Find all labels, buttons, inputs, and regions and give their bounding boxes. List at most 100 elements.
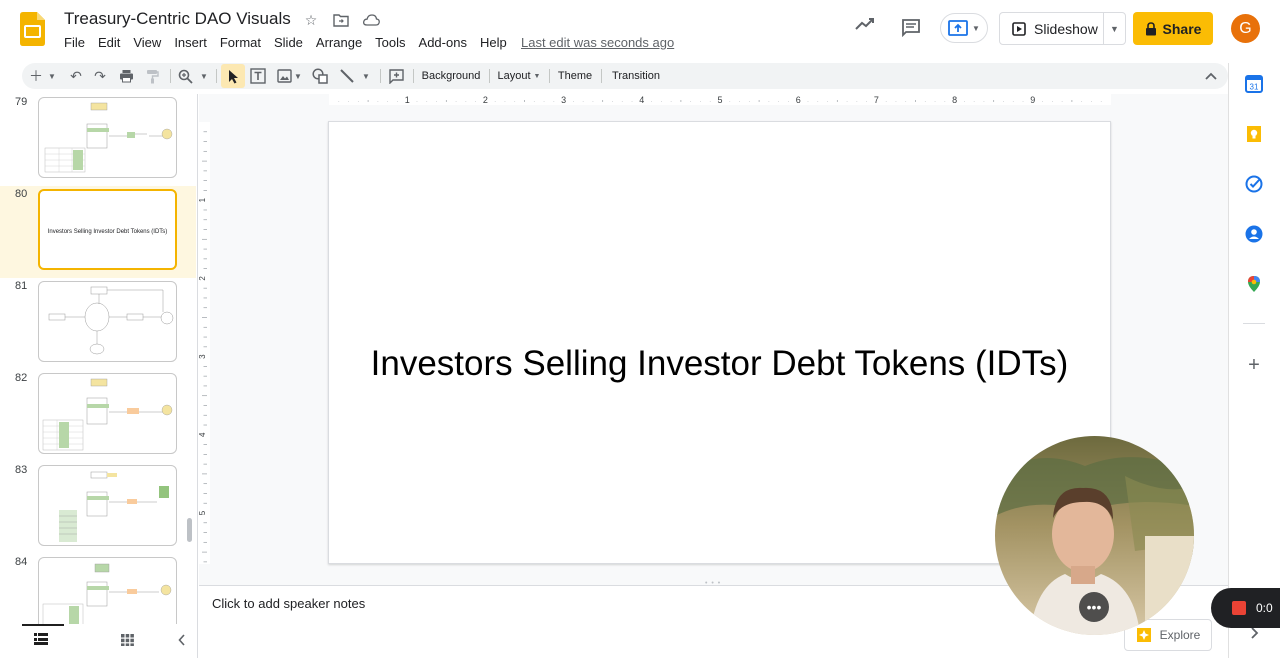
- diagram-thumbnail-graphic: [59, 471, 169, 542]
- text-box-icon[interactable]: [248, 63, 268, 89]
- menu-bar: File Edit View Insert Format Slide Arran…: [64, 35, 507, 50]
- menu-slide[interactable]: Slide: [274, 35, 303, 50]
- undo-icon[interactable]: ↶: [66, 63, 86, 89]
- print-icon[interactable]: [116, 63, 136, 89]
- menu-tools[interactable]: Tools: [375, 35, 405, 50]
- ruler-label: 7: [874, 95, 879, 105]
- filmstrip-scrollbar[interactable]: [187, 518, 192, 542]
- main-toolbar: ＋ ▼ ↶ ↷ ▼ ▼ ▼ Background Layout ▼ Theme …: [22, 63, 1228, 89]
- zoom-icon[interactable]: [174, 63, 196, 89]
- menu-view[interactable]: View: [133, 35, 161, 50]
- account-avatar[interactable]: G: [1231, 14, 1260, 43]
- slide-thumbnail[interactable]: [38, 281, 177, 362]
- slide-number: 81: [15, 280, 28, 292]
- activity-trend-icon[interactable]: [855, 17, 875, 31]
- side-panel: 31 +: [1228, 63, 1280, 658]
- filmstrip-item[interactable]: 82: [0, 370, 196, 462]
- line-caret-icon[interactable]: ▼: [360, 63, 372, 89]
- new-slide-layout-caret-icon[interactable]: ▼: [46, 63, 58, 89]
- image-caret-icon[interactable]: ▼: [292, 63, 304, 89]
- menu-file[interactable]: File: [64, 35, 85, 50]
- thumbnail-title: Investors Selling Investor Debt Tokens (…: [47, 229, 168, 235]
- ruler-label: 1: [405, 95, 410, 105]
- last-edit-link[interactable]: Last edit was seconds ago: [521, 35, 674, 50]
- filmstrip-item[interactable]: 83: [0, 462, 196, 554]
- menu-addons[interactable]: Add-ons: [419, 35, 467, 50]
- get-addons-plus-icon[interactable]: +: [1245, 355, 1263, 375]
- maps-icon[interactable]: [1245, 275, 1263, 293]
- play-icon: [1012, 22, 1026, 36]
- menu-edit[interactable]: Edit: [98, 35, 120, 50]
- ruler-label: 5: [717, 95, 722, 105]
- slide-thumbnail-selected[interactable]: Investors Selling Investor Debt Tokens (…: [38, 189, 177, 270]
- ruler-label: 6: [796, 95, 801, 105]
- star-icon[interactable]: ☆: [302, 11, 320, 29]
- contacts-icon[interactable]: [1245, 225, 1263, 243]
- collapse-filmstrip-chevron-left-icon[interactable]: [178, 634, 186, 646]
- ruler-label: 4: [639, 95, 644, 105]
- document-title[interactable]: Treasury-Centric DAO Visuals: [64, 9, 291, 29]
- line-icon[interactable]: [337, 63, 357, 89]
- filmstrip-item[interactable]: 79: [0, 94, 196, 186]
- slide-number: 82: [15, 372, 28, 384]
- horizontal-ruler: 1 2 3 4 5 6 7 8 9: [329, 94, 1111, 105]
- transition-button[interactable]: Transition: [608, 63, 664, 89]
- menu-insert[interactable]: Insert: [174, 35, 207, 50]
- share-button[interactable]: Share: [1133, 12, 1213, 45]
- stop-recording-icon[interactable]: [1232, 601, 1246, 615]
- slides-app: Treasury-Centric DAO Visuals ☆ File Edit…: [0, 0, 1280, 658]
- redo-icon[interactable]: ↷: [90, 63, 110, 89]
- slideshow-button[interactable]: Slideshow ▼: [999, 12, 1126, 45]
- menu-format[interactable]: Format: [220, 35, 261, 50]
- slide-thumbnail[interactable]: [38, 557, 177, 624]
- shape-icon[interactable]: [310, 63, 330, 89]
- chevron-down-icon: ▼: [972, 23, 980, 33]
- ruler-label: 8: [952, 95, 957, 105]
- grid-view-icon[interactable]: [121, 634, 134, 646]
- slide-thumbnail[interactable]: [38, 373, 177, 454]
- speaker-notes-input[interactable]: Click to add speaker notes: [212, 596, 365, 611]
- slide-title-text[interactable]: Investors Selling Investor Debt Tokens (…: [329, 344, 1110, 384]
- ruler-label: 3: [199, 354, 207, 359]
- filmstrip-item[interactable]: 84: [0, 554, 196, 624]
- calendar-icon[interactable]: 31: [1245, 75, 1263, 93]
- menu-help[interactable]: Help: [480, 35, 507, 50]
- zoom-caret-icon[interactable]: ▼: [198, 63, 210, 89]
- collapse-menus-chevron-up-icon[interactable]: [1202, 63, 1220, 89]
- filmstrip-view-icon[interactable]: [34, 633, 48, 645]
- select-cursor-icon[interactable]: [221, 64, 245, 88]
- ruler-label: 5: [199, 510, 207, 515]
- theme-button[interactable]: Theme: [556, 63, 594, 89]
- present-to-meeting-button[interactable]: ▼: [940, 13, 988, 43]
- add-comment-icon[interactable]: [386, 63, 406, 89]
- layout-caret-icon[interactable]: ▼: [532, 63, 542, 89]
- filmstrip-item[interactable]: 81: [0, 278, 196, 370]
- more-options-icon[interactable]: •••: [1079, 592, 1109, 622]
- current-slide[interactable]: Investors Selling Investor Debt Tokens (…: [328, 121, 1111, 564]
- ruler-label: 2: [199, 276, 207, 281]
- recording-indicator[interactable]: 0:0: [1211, 588, 1280, 628]
- diagram-thumbnail-graphic: [44, 102, 173, 173]
- slide-number: 80: [15, 188, 28, 200]
- slides-logo-icon[interactable]: [20, 12, 45, 46]
- comment-history-icon[interactable]: [901, 18, 921, 37]
- insert-image-icon[interactable]: [274, 63, 294, 89]
- paint-format-icon[interactable]: [142, 63, 162, 89]
- keep-icon[interactable]: [1245, 125, 1263, 143]
- move-folder-icon[interactable]: [332, 11, 350, 29]
- tasks-icon[interactable]: [1245, 175, 1263, 193]
- slideshow-options-caret-icon[interactable]: ▼: [1103, 13, 1125, 44]
- slide-thumbnail[interactable]: [38, 97, 177, 178]
- present-screen-icon: [948, 20, 968, 36]
- share-label: Share: [1162, 20, 1202, 37]
- recording-timer: 0:0: [1256, 601, 1273, 615]
- layout-button[interactable]: Layout: [496, 63, 532, 89]
- new-slide-plus-icon[interactable]: ＋: [26, 63, 46, 89]
- ruler-label: 2: [483, 95, 488, 105]
- slide-thumbnail[interactable]: [38, 465, 177, 546]
- menu-arrange[interactable]: Arrange: [316, 35, 362, 50]
- slide-number: 84: [15, 556, 28, 568]
- filmstrip-item-selected[interactable]: 80 Investors Selling Investor Debt Token…: [0, 186, 196, 278]
- cloud-saved-icon[interactable]: [362, 11, 380, 29]
- background-button[interactable]: Background: [420, 63, 482, 89]
